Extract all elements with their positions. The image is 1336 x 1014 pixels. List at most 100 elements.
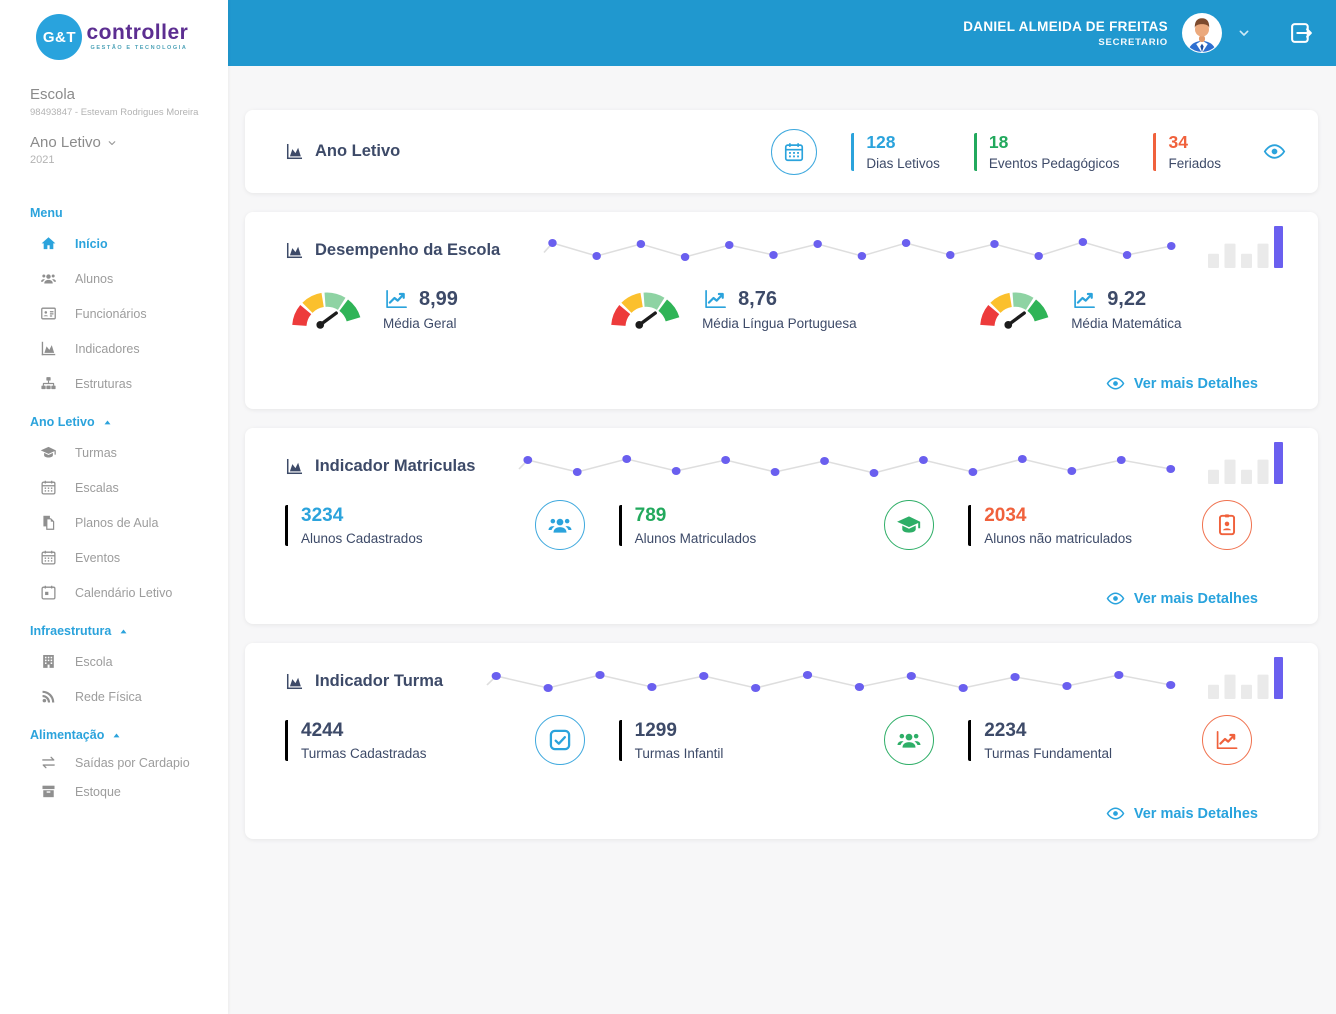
stat-turmas-infantil: 1299 Turmas Infantil [618, 715, 969, 765]
chevron-down-icon [106, 137, 118, 149]
gauge-icon [604, 282, 688, 336]
calendar-check-icon [40, 584, 57, 601]
sidebar-item-inicio[interactable]: Início [0, 226, 228, 261]
app-root: G&T controller GESTÃO E TECNOLOGIA Escol… [0, 0, 1336, 1014]
sitemap-icon [40, 375, 57, 392]
ver-mais-detalhes-link[interactable]: Ver mais Detalhes [1106, 374, 1258, 393]
caret-up-icon [118, 626, 129, 637]
user-name: DANIEL ALMEIDA DE FREITAS [963, 18, 1168, 34]
stat-alunos-matriculados: 789 Alunos Matriculados [618, 500, 969, 550]
year-selector[interactable]: Ano Letivo [30, 134, 216, 151]
home-icon [40, 235, 57, 252]
line-chart-icon [1071, 287, 1098, 311]
sidebar-item-planos-de-aula[interactable]: Planos de Aula [0, 505, 228, 540]
area-chart-icon [285, 241, 304, 260]
stat-turmas-fundamental: 2234 Turmas Fundamental [968, 715, 1286, 765]
brand-circle: G&T [36, 14, 83, 60]
stat-alunos-nao-matriculados: 2034 Alunos não matriculados [968, 500, 1286, 550]
sidebar-item-eventos[interactable]: Eventos [0, 540, 228, 575]
sidebar-item-saidas-por-cardapio[interactable]: Saídas por Cardapio [0, 748, 228, 777]
card-ano-letivo: Ano Letivo 128 Dias Letivos 18 Eventos P… [245, 110, 1318, 193]
card-title: Indicador Turma [285, 672, 443, 691]
calendar-icon [40, 549, 57, 566]
calendar-icon [40, 479, 57, 496]
sidebar: G&T controller GESTÃO E TECNOLOGIA Escol… [0, 0, 228, 1014]
sidebar-item-escalas[interactable]: Escalas [0, 470, 228, 505]
sidebar-item-escola[interactable]: Escola [0, 644, 228, 679]
metric-media-geral: 8,99 Média Geral [285, 282, 604, 336]
graduation-cap-icon [884, 500, 935, 550]
nav-section-menu: Menu [30, 206, 63, 220]
brand-name: controller [86, 21, 189, 44]
minibar-chart [1208, 226, 1286, 268]
brand-tagline: GESTÃO E TECNOLOGIA [90, 45, 188, 51]
stat-alunos-cadastrados: 3234 Alunos Cadastrados [285, 500, 619, 550]
chevron-down-icon[interactable] [1236, 25, 1252, 41]
users-icon [884, 715, 935, 765]
nav-section-alimentacao[interactable]: Alimentação [0, 728, 228, 748]
id-badge-icon [1201, 500, 1252, 550]
users-icon [40, 270, 57, 287]
nav-section-ano-letivo[interactable]: Ano Letivo [0, 415, 228, 435]
eye-icon[interactable] [1263, 140, 1286, 163]
stat-turmas-cadastradas: 4244 Turmas Cadastradas [285, 715, 619, 765]
gauge-icon [285, 282, 369, 336]
line-chart-icon [383, 287, 410, 311]
eye-icon [1106, 589, 1125, 608]
sign-out-icon[interactable] [1288, 20, 1314, 46]
sidebar-item-turmas[interactable]: Turmas [0, 435, 228, 470]
box-icon [40, 783, 57, 800]
line-chart-icon [702, 287, 729, 311]
area-chart-icon [285, 672, 304, 691]
file-copy-icon [40, 514, 57, 531]
building-icon [40, 653, 57, 670]
calendar-badge [771, 128, 818, 175]
sidebar-item-calendario-letivo[interactable]: Calendário Letivo [0, 575, 228, 610]
minibar-chart [1208, 657, 1286, 699]
sidebar-item-estruturas[interactable]: Estruturas [0, 366, 228, 401]
eye-icon [1106, 804, 1125, 823]
sidebar-item-estoque[interactable]: Estoque [0, 777, 228, 806]
users-icon [534, 500, 585, 550]
topbar: DANIEL ALMEIDA DE FREITAS SECRETARIO [228, 0, 1336, 66]
ver-mais-detalhes-link[interactable]: Ver mais Detalhes [1106, 804, 1258, 823]
calendar-icon [783, 141, 805, 163]
ver-mais-detalhes-link[interactable]: Ver mais Detalhes [1106, 589, 1258, 608]
exchange-icon [40, 754, 57, 771]
rss-icon [40, 688, 57, 705]
line-chart-icon [1201, 715, 1252, 765]
sparkline-chart [543, 235, 1180, 265]
stat-eventos-pedagogicos: 18 Eventos Pedagógicos [973, 132, 1119, 171]
eye-icon [1106, 374, 1125, 393]
sidebar-item-alunos[interactable]: Alunos [0, 261, 228, 296]
check-square-icon [534, 715, 585, 765]
sparkline-chart [486, 666, 1180, 696]
school-value: 98493847 - Estevam Rodrigues Moreira [30, 107, 199, 118]
area-chart-icon [285, 457, 304, 476]
metric-media-matematica: 9,22 Média Matemática [973, 282, 1286, 336]
avatar[interactable] [1182, 13, 1222, 53]
gauge-icon [973, 282, 1057, 336]
minibar-chart [1208, 442, 1286, 484]
area-chart-icon [40, 340, 57, 357]
sidebar-item-funcionarios[interactable]: Funcionários [0, 296, 228, 331]
card-indicador-turma: Indicador Turma 4244 Turmas Cadastradas [245, 643, 1318, 839]
card-title: Desempenho da Escola [285, 241, 500, 260]
sidebar-item-rede-fisica[interactable]: Rede Física [0, 679, 228, 714]
card-title: Ano Letivo [285, 142, 400, 161]
id-card-icon [40, 305, 57, 322]
graduation-cap-icon [40, 444, 57, 461]
card-title: Indicador Matriculas [285, 457, 475, 476]
sidebar-nav: Menu Início Alunos Funcionários Indicado… [0, 166, 228, 806]
main-content: Ano Letivo 128 Dias Letivos 18 Eventos P… [228, 66, 1336, 1014]
user-role: SECRETARIO [1098, 36, 1168, 48]
sidebar-item-indicadores[interactable]: Indicadores [0, 331, 228, 366]
stat-dias-letivos: 128 Dias Letivos [851, 132, 940, 171]
nav-section-infraestrutura[interactable]: Infraestrutura [0, 624, 228, 644]
stat-feriados: 34 Feriados [1153, 132, 1221, 171]
card-indicador-matriculas: Indicador Matriculas 3234 Alunos Cadastr… [245, 428, 1318, 624]
user-block: DANIEL ALMEIDA DE FREITAS SECRETARIO [963, 19, 1168, 48]
caret-up-icon [111, 730, 122, 741]
school-label: Escola [30, 86, 76, 103]
year-value: 2021 [30, 154, 55, 166]
